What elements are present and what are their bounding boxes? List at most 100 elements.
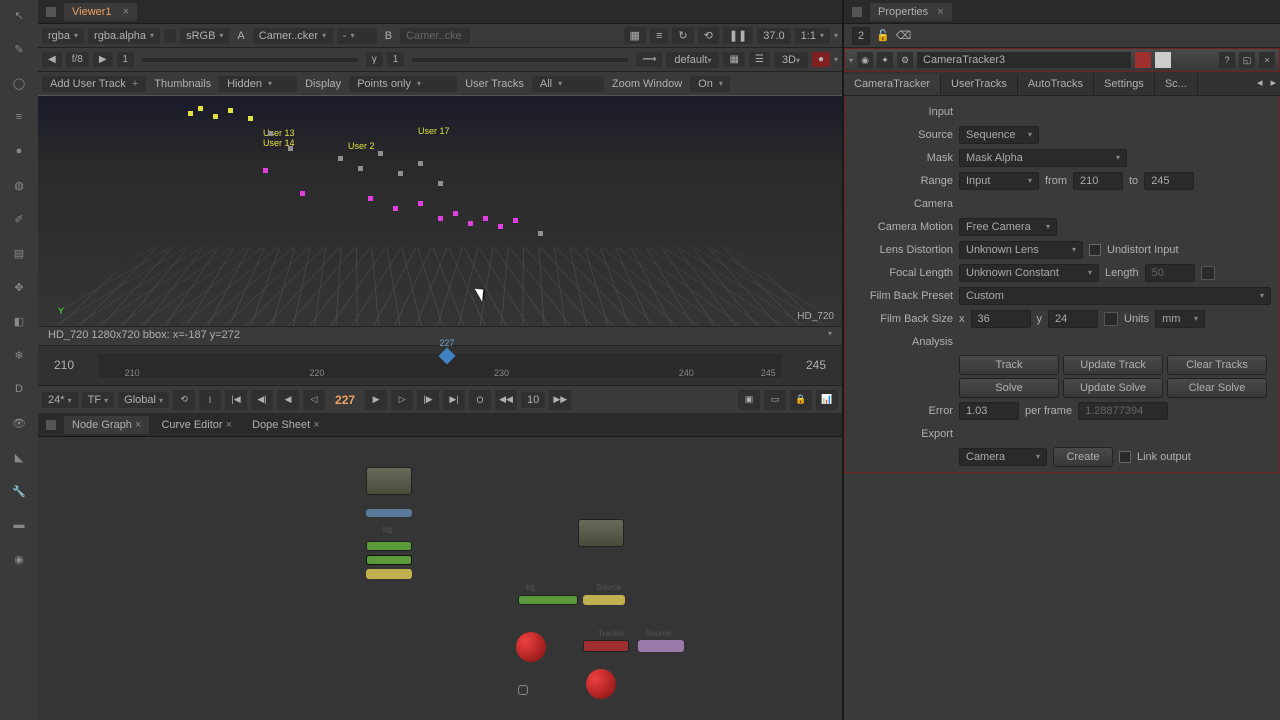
tab-scroll-right[interactable]: ▸: [1266, 74, 1280, 95]
usertracks-select[interactable]: All▾: [532, 76, 604, 92]
close-node-icon[interactable]: ×: [1259, 52, 1275, 68]
prev-key-button[interactable]: ◀|: [251, 390, 273, 410]
node[interactable]: [366, 555, 412, 565]
size-y-input[interactable]: 24: [1048, 310, 1098, 328]
brush-icon[interactable]: ✎: [7, 38, 31, 60]
viewer-tab[interactable]: Viewer1 ×: [64, 3, 137, 21]
close-icon[interactable]: ×: [313, 419, 319, 431]
chevron-down-icon[interactable]: ▾: [834, 55, 838, 64]
properties-tab[interactable]: Properties ×: [870, 3, 952, 21]
spiral-icon[interactable]: ◉: [7, 548, 31, 570]
node-graph[interactable]: bg bg Source Tracker Source: [38, 437, 842, 720]
node-camera[interactable]: [516, 632, 546, 662]
close-icon[interactable]: ×: [123, 6, 129, 18]
zoom-pct[interactable]: 37.0: [757, 28, 790, 44]
node-reformat[interactable]: [366, 509, 412, 517]
tab-usertracks[interactable]: UserTracks: [941, 74, 1018, 95]
panel-grip-icon[interactable]: [852, 7, 862, 17]
timeline-end[interactable]: 245: [798, 354, 834, 376]
node-camera2[interactable]: [586, 669, 616, 699]
step-fwd-button[interactable]: ▷: [391, 390, 413, 410]
cube-icon[interactable]: ◧: [7, 310, 31, 332]
pause-icon[interactable]: ❚❚: [723, 27, 753, 44]
fps-select[interactable]: 24* ▾: [42, 392, 78, 408]
panel-grip-icon[interactable]: [46, 420, 56, 430]
tag-icon[interactable]: ◣: [7, 446, 31, 468]
channel-select[interactable]: rgba▾: [42, 28, 84, 44]
stack-count[interactable]: 2: [852, 27, 870, 45]
length-input[interactable]: 50: [1145, 264, 1195, 282]
tab-settings[interactable]: Settings: [1094, 74, 1155, 95]
undistort-checkbox[interactable]: [1089, 244, 1101, 256]
inc-next[interactable]: ▶▶: [549, 390, 571, 410]
zoom-ratio[interactable]: 1:1▾: [795, 28, 830, 44]
timeline-start[interactable]: 210: [46, 354, 82, 376]
inc-prev[interactable]: ◀◀: [495, 390, 517, 410]
fval[interactable]: 1: [117, 52, 135, 67]
tab-autotracks[interactable]: AutoTracks: [1018, 74, 1094, 95]
node-read[interactable]: [366, 467, 412, 495]
view-mode-select[interactable]: 3D▾: [774, 52, 808, 68]
tab-dope-sheet[interactable]: Dope Sheet ×: [244, 416, 328, 434]
wrench-icon[interactable]: ⚙: [897, 52, 913, 68]
pointer-icon[interactable]: ↖: [7, 4, 31, 26]
update-track-button[interactable]: Update Track: [1063, 355, 1163, 375]
target-icon[interactable]: ⟲: [698, 27, 719, 44]
node[interactable]: [366, 569, 412, 579]
play-button[interactable]: ▶: [365, 390, 387, 410]
layers-icon[interactable]: ▤: [7, 242, 31, 264]
current-frame[interactable]: 227: [329, 393, 361, 407]
a-input-select[interactable]: Camer..cker▾: [253, 28, 333, 44]
fstop-next[interactable]: ▶: [93, 52, 113, 67]
step-back-button[interactable]: ◀: [277, 390, 299, 410]
chart-icon[interactable]: 📊: [816, 390, 838, 410]
lut-select[interactable]: default▾: [666, 52, 719, 68]
timeline[interactable]: 210 227 210 220 230 240 245 245: [38, 345, 842, 385]
sphere-icon[interactable]: ●: [7, 140, 31, 162]
increment-value[interactable]: 10: [521, 392, 545, 408]
alpha-select[interactable]: rgba.alpha▾: [88, 28, 160, 44]
wrench-icon[interactable]: 🔧: [7, 480, 31, 502]
playhead[interactable]: [438, 348, 455, 365]
d-icon[interactable]: D: [7, 378, 31, 400]
tab-curve-editor[interactable]: Curve Editor ×: [153, 416, 240, 434]
link-xy-button[interactable]: [1104, 312, 1118, 326]
chevron-down-icon[interactable]: ▾: [828, 329, 832, 338]
node-name-field[interactable]: CameraTracker3: [917, 52, 1131, 68]
node-bg[interactable]: [366, 541, 412, 551]
node-bg2[interactable]: [518, 595, 578, 605]
lens-select[interactable]: Unknown Lens▾: [959, 241, 1083, 259]
colorspace-select[interactable]: sRGB▾: [180, 28, 229, 44]
scope-select[interactable]: Global ▾: [118, 392, 169, 408]
lock-all-icon[interactable]: 🔓: [876, 29, 890, 42]
tv-icon[interactable]: ▣: [738, 390, 760, 410]
last-frame-button[interactable]: ▶|: [443, 390, 465, 410]
panel-grip-icon[interactable]: [46, 7, 56, 17]
blend-select[interactable]: -▾: [337, 28, 377, 44]
add-user-track-button[interactable]: Add User Track +: [42, 76, 146, 92]
play-back-button[interactable]: ◁: [303, 390, 325, 410]
tab-node-graph[interactable]: Node Graph ×: [64, 416, 149, 434]
lock-icon[interactable]: 🔒: [790, 390, 812, 410]
update-solve-button[interactable]: Update Solve: [1063, 378, 1163, 398]
out-button[interactable]: O: [469, 390, 491, 410]
zoomwindow-select[interactable]: On▾: [690, 76, 730, 92]
thumbnails-select[interactable]: Hidden▾: [219, 76, 297, 92]
float-icon[interactable]: ◱: [1239, 52, 1255, 68]
merge-icon[interactable]: [164, 29, 176, 43]
from-input[interactable]: 210: [1073, 172, 1123, 190]
solve-button[interactable]: Solve: [959, 378, 1059, 398]
lut-icon[interactable]: ⟿: [636, 52, 662, 67]
disk-icon[interactable]: ▬: [7, 514, 31, 536]
center-icon[interactable]: ◉: [857, 52, 873, 68]
grid-icon[interactable]: ▦: [723, 52, 744, 67]
node-tracker[interactable]: [583, 640, 629, 652]
next-key-button[interactable]: |▶: [417, 390, 439, 410]
clear-tracks-button[interactable]: Clear Tracks: [1167, 355, 1267, 375]
node-dot[interactable]: [518, 685, 528, 695]
fstop-prev[interactable]: ◀: [42, 52, 62, 67]
rect-icon[interactable]: ▭: [764, 390, 786, 410]
close-icon[interactable]: ×: [226, 419, 232, 431]
source-select[interactable]: Sequence▾: [959, 126, 1039, 144]
wand-icon[interactable]: ✦: [877, 52, 893, 68]
